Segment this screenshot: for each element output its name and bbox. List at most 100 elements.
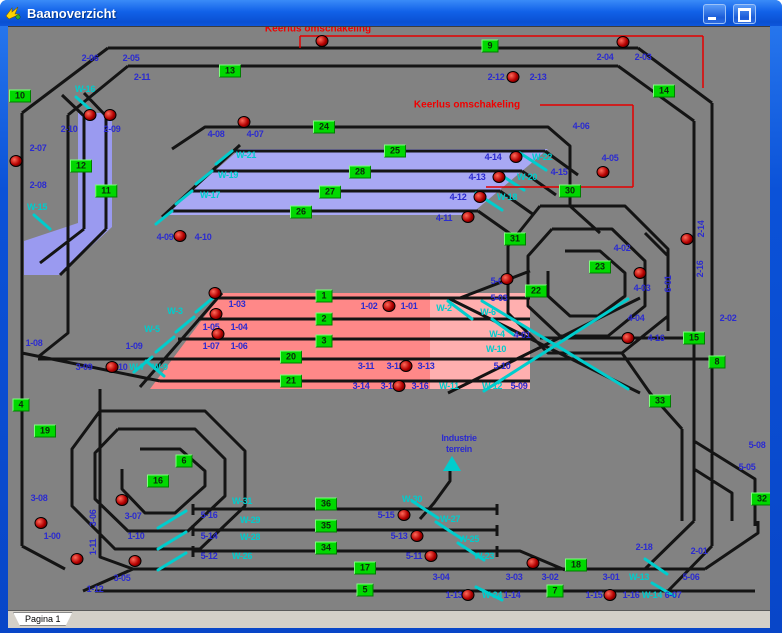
signal-light[interactable] bbox=[129, 555, 142, 567]
label-2-03: 2-03 bbox=[635, 52, 652, 62]
block-8[interactable]: 8 bbox=[708, 356, 725, 369]
label-2-13: 2-13 bbox=[530, 72, 547, 82]
signal-light[interactable] bbox=[493, 171, 506, 183]
block-18[interactable]: 18 bbox=[565, 559, 587, 572]
block-14[interactable]: 14 bbox=[653, 85, 675, 98]
signal-light[interactable] bbox=[71, 553, 84, 565]
block-27[interactable]: 27 bbox=[319, 186, 341, 199]
block-22[interactable]: 22 bbox=[525, 285, 547, 298]
label-w-18: W-18 bbox=[497, 192, 517, 202]
block-3[interactable]: 3 bbox=[315, 335, 332, 348]
block-13[interactable]: 13 bbox=[219, 65, 241, 78]
signal-light[interactable] bbox=[617, 36, 630, 48]
signal-light[interactable] bbox=[474, 191, 487, 203]
block-30[interactable]: 30 bbox=[559, 185, 581, 198]
block-33[interactable]: 33 bbox=[649, 395, 671, 408]
block-24[interactable]: 24 bbox=[313, 121, 335, 134]
signal-light[interactable] bbox=[604, 589, 617, 601]
signal-light[interactable] bbox=[393, 380, 406, 392]
block-12[interactable]: 12 bbox=[70, 160, 92, 173]
signal-light[interactable] bbox=[597, 166, 610, 178]
label-5-09: 5-09 bbox=[511, 381, 528, 391]
label-4-15: 4-15 bbox=[551, 167, 568, 177]
block-28[interactable]: 28 bbox=[349, 166, 371, 179]
signal-light[interactable] bbox=[209, 287, 222, 299]
signal-light[interactable] bbox=[106, 361, 119, 373]
label-3-14: 3-14 bbox=[353, 381, 370, 391]
signal-light[interactable] bbox=[10, 155, 23, 167]
signal-light[interactable] bbox=[681, 233, 694, 245]
signal-light[interactable] bbox=[383, 300, 396, 312]
label-3-06: 3-06 bbox=[88, 510, 98, 527]
signal-light[interactable] bbox=[174, 230, 187, 242]
label-5-14: 5-14 bbox=[201, 531, 218, 541]
track-canvas[interactable]: Keerlus omschakeling Keerlus omschakelin… bbox=[8, 26, 770, 611]
block-10[interactable]: 10 bbox=[9, 90, 31, 103]
maximize-button[interactable] bbox=[733, 4, 756, 24]
block-7[interactable]: 7 bbox=[546, 585, 563, 598]
signal-light[interactable] bbox=[507, 71, 520, 83]
signal-light[interactable] bbox=[501, 273, 514, 285]
block-19[interactable]: 19 bbox=[34, 425, 56, 438]
signal-light[interactable] bbox=[84, 109, 97, 121]
label-4-06: 4-06 bbox=[573, 121, 590, 131]
signal-light[interactable] bbox=[527, 557, 540, 569]
label-w-22: W-22 bbox=[532, 152, 552, 162]
block-9[interactable]: 9 bbox=[481, 40, 498, 53]
signal-light[interactable] bbox=[104, 109, 117, 121]
label-2-09: 2-09 bbox=[104, 124, 121, 134]
block-2[interactable]: 2 bbox=[315, 313, 332, 326]
label-2-11: 2-11 bbox=[134, 72, 150, 82]
block-25[interactable]: 25 bbox=[384, 145, 406, 158]
signal-light[interactable] bbox=[622, 332, 635, 344]
label-3-08: 3-08 bbox=[31, 493, 48, 503]
minimize-icon bbox=[708, 17, 716, 20]
label-w-12: W-12 bbox=[482, 381, 502, 391]
label-5-05: 5-05 bbox=[739, 462, 756, 472]
block-20[interactable]: 20 bbox=[280, 351, 302, 364]
block-6[interactable]: 6 bbox=[175, 455, 192, 468]
block-32[interactable]: 32 bbox=[751, 493, 770, 506]
signal-light[interactable] bbox=[238, 116, 251, 128]
label-w-14: W-14 bbox=[642, 590, 662, 600]
minimize-button[interactable] bbox=[703, 4, 726, 24]
block-31[interactable]: 31 bbox=[504, 233, 526, 246]
signal-light[interactable] bbox=[212, 328, 225, 340]
signal-light[interactable] bbox=[398, 509, 411, 521]
block-21[interactable]: 21 bbox=[280, 375, 302, 388]
label-w-13: W-13 bbox=[629, 572, 649, 582]
label-w-26: W-26 bbox=[232, 551, 252, 561]
block-16[interactable]: 16 bbox=[147, 475, 169, 488]
block-36[interactable]: 36 bbox=[315, 498, 337, 511]
label-terrein: terrein bbox=[446, 444, 472, 454]
signal-light[interactable] bbox=[316, 35, 329, 47]
block-34[interactable]: 34 bbox=[315, 542, 337, 555]
block-15[interactable]: 15 bbox=[683, 332, 705, 345]
block-23[interactable]: 23 bbox=[589, 261, 611, 274]
block-4[interactable]: 4 bbox=[12, 399, 29, 412]
signal-light[interactable] bbox=[116, 494, 129, 506]
title-bar[interactable]: Baanoverzicht bbox=[0, 0, 782, 26]
signal-light[interactable] bbox=[35, 517, 48, 529]
signal-light[interactable] bbox=[462, 211, 475, 223]
label-3-07: 3-07 bbox=[125, 511, 142, 521]
block-1[interactable]: 1 bbox=[315, 290, 332, 303]
block-26[interactable]: 26 bbox=[290, 206, 312, 219]
block-17[interactable]: 17 bbox=[354, 562, 376, 575]
block-5[interactable]: 5 bbox=[356, 584, 373, 597]
label-1-06: 1-06 bbox=[231, 341, 248, 351]
signal-light[interactable] bbox=[411, 530, 424, 542]
label-w-5: W-5 bbox=[144, 324, 159, 334]
label-w-17: W-17 bbox=[200, 190, 220, 200]
block-11[interactable]: 11 bbox=[95, 185, 117, 198]
signal-light[interactable] bbox=[510, 151, 523, 163]
label-3-05: 3-05 bbox=[114, 573, 131, 583]
block-35[interactable]: 35 bbox=[315, 520, 337, 533]
signal-light[interactable] bbox=[462, 589, 475, 601]
signal-light[interactable] bbox=[210, 308, 223, 320]
label-1-01: 1-01 bbox=[401, 301, 418, 311]
signal-light[interactable] bbox=[634, 267, 647, 279]
tab-pagina-1[interactable]: Pagina 1 bbox=[13, 612, 73, 626]
signal-light[interactable] bbox=[425, 550, 438, 562]
signal-light[interactable] bbox=[400, 360, 413, 372]
